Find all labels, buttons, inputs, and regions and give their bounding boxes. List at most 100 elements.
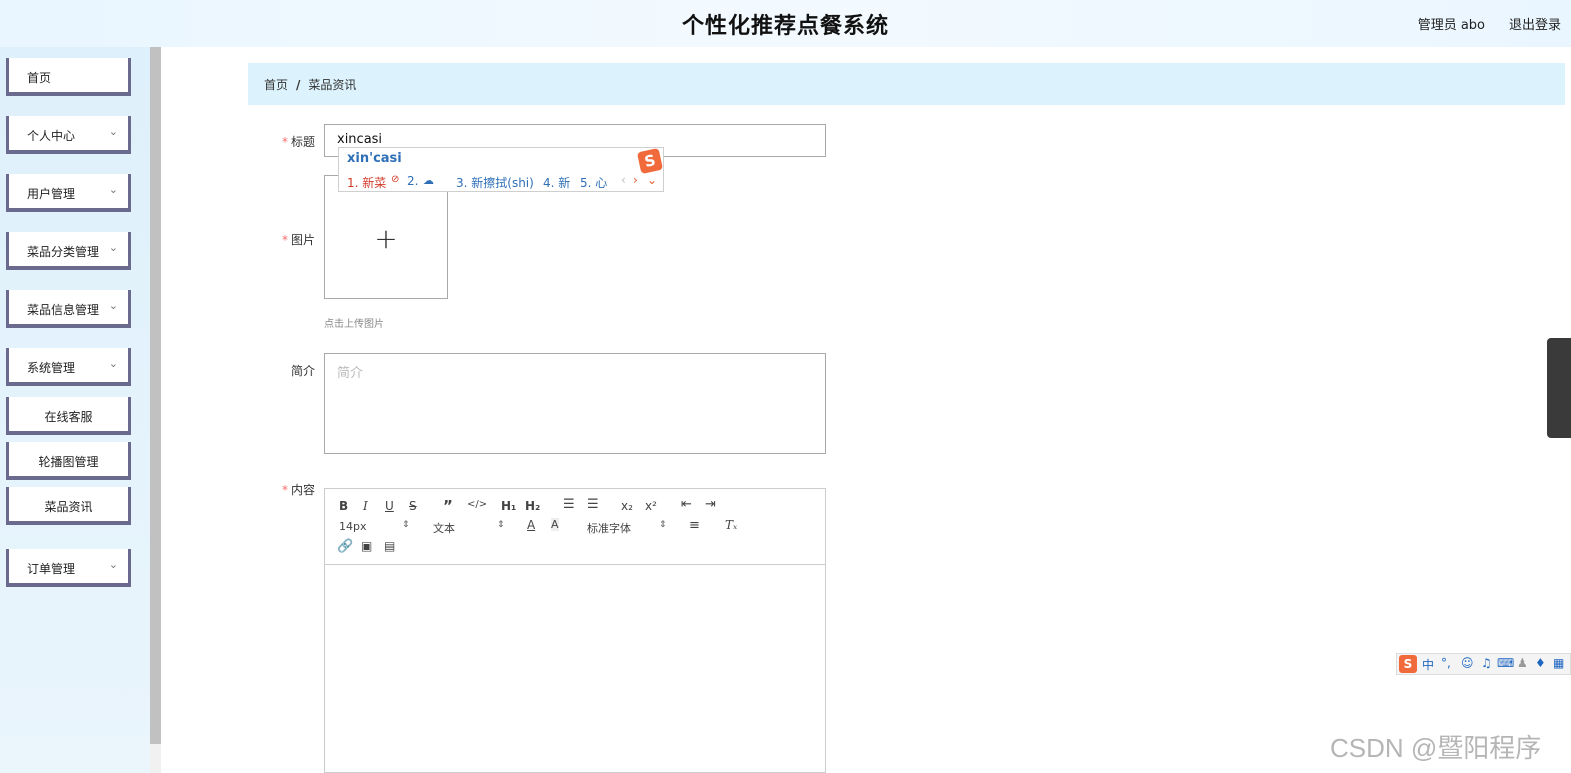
chevron-down-icon[interactable]: ⌄ bbox=[647, 173, 657, 187]
chevron-left-icon[interactable]: ‹ bbox=[621, 173, 626, 187]
sidebar-item-label: 菜品资讯 bbox=[44, 500, 93, 514]
h1-icon[interactable]: H₁ bbox=[501, 499, 516, 513]
chevron-down-icon: ⌄ bbox=[108, 299, 118, 312]
ime-candidate[interactable]: 2. bbox=[407, 174, 418, 188]
underline-icon[interactable]: U bbox=[385, 499, 394, 513]
align-icon[interactable]: ≡ bbox=[689, 518, 700, 533]
breadcrumb-separator: / bbox=[296, 78, 301, 92]
logout-link[interactable]: 退出登录 bbox=[1509, 14, 1561, 33]
h2-icon[interactable]: H₂ bbox=[525, 499, 540, 513]
user-icon[interactable]: ♟ bbox=[1517, 656, 1528, 670]
sidebar-item-online-service[interactable]: 在线客服 bbox=[6, 397, 131, 435]
watermark: CSDN @暨阳程序 bbox=[1330, 733, 1542, 763]
image-label: * 图片 bbox=[281, 233, 315, 247]
rich-text-editor: B I U S ” </> H₁ H₂ ☰ ☰ x₂ x² ⇤ ⇥ 14px ⇕… bbox=[324, 488, 826, 773]
sidebar-item-carousel-management[interactable]: 轮播图管理 bbox=[6, 442, 131, 480]
superscript-icon[interactable]: x² bbox=[645, 499, 657, 513]
chevron-down-icon: ⌄ bbox=[108, 125, 118, 138]
ime-candidate[interactable]: 4. 新 bbox=[543, 174, 570, 191]
chevron-right-icon[interactable]: › bbox=[633, 173, 638, 187]
admin-user-label: 管理员 abo bbox=[1417, 18, 1485, 33]
outdent-icon[interactable]: ⇤ bbox=[681, 497, 692, 512]
sidebar-item-label: 个人中心 bbox=[27, 129, 76, 143]
bold-icon[interactable]: B bbox=[339, 499, 348, 513]
sidebar-item-dish-news[interactable]: 菜品资讯 bbox=[6, 487, 131, 525]
ime-language-toggle[interactable]: 中 bbox=[1422, 656, 1434, 673]
sidebar-item-dish-info[interactable]: 菜品信息管理 ⌄ bbox=[6, 290, 131, 328]
emoji-icon[interactable]: ☺ bbox=[1461, 656, 1474, 670]
required-star: * bbox=[281, 233, 288, 247]
sidebar-item-label: 订单管理 bbox=[27, 562, 76, 576]
toolbox-icon[interactable]: ▦ bbox=[1553, 656, 1564, 670]
ime-candidate-popup: xin'casi S 1. 新菜 ⊘ 2. ☁ 3. 新擦拭(shi) 4. 新… bbox=[338, 147, 664, 192]
select-arrows-icon: ⇕ bbox=[659, 520, 667, 530]
sidebar-scrollbar-track[interactable] bbox=[150, 744, 161, 773]
breadcrumb-home[interactable]: 首页 bbox=[264, 78, 288, 92]
side-drawer-handle[interactable] bbox=[1547, 338, 1571, 438]
breadcrumb-current: 菜品资讯 bbox=[308, 78, 357, 92]
chevron-down-icon: ⌄ bbox=[108, 357, 118, 370]
keyboard-icon[interactable]: ⌨ bbox=[1497, 656, 1514, 670]
code-block-icon[interactable]: </> bbox=[467, 499, 487, 510]
image-upload-box[interactable]: + bbox=[324, 175, 448, 299]
plus-icon: + bbox=[374, 222, 398, 255]
subscript-icon[interactable]: x₂ bbox=[621, 499, 633, 513]
sidebar-item-label: 菜品分类管理 bbox=[27, 245, 100, 259]
title-label: * 标题 bbox=[281, 135, 315, 149]
blockquote-icon[interactable]: ” bbox=[443, 497, 453, 515]
sidebar-item-label: 用户管理 bbox=[27, 187, 76, 201]
microphone-icon[interactable]: ♫ bbox=[1481, 656, 1492, 670]
sidebar-item-personal-center[interactable]: 个人中心 ⌄ bbox=[6, 116, 131, 154]
top-header: 个性化推荐点餐系统 管理员 abo 退出登录 bbox=[0, 0, 1571, 47]
clear-format-icon[interactable]: Tₓ bbox=[725, 518, 737, 532]
indent-icon[interactable]: ⇥ bbox=[705, 497, 716, 512]
image-icon[interactable]: ▣ bbox=[361, 539, 372, 553]
app-title: 个性化推荐点餐系统 bbox=[681, 14, 889, 39]
sidebar-item-system-management[interactable]: 系统管理 ⌄ bbox=[6, 348, 131, 386]
ime-status-bar: S 中 °, ☺ ♫ ⌨ ♟ ♦ ▦ bbox=[1396, 653, 1571, 675]
content-label: * 内容 bbox=[281, 483, 315, 497]
font-family-select[interactable]: 标准字体 ⇕ bbox=[587, 520, 667, 536]
strikethrough-icon[interactable]: S bbox=[409, 499, 417, 513]
sidebar-item-home[interactable]: 首页 bbox=[6, 58, 131, 96]
italic-icon[interactable]: I bbox=[363, 499, 368, 513]
ime-candidate[interactable]: 5. 心 bbox=[580, 174, 607, 191]
upload-tip: 点击上传图片 bbox=[324, 319, 384, 330]
select-arrows-icon: ⇕ bbox=[497, 520, 505, 530]
font-size-select[interactable]: 14px ⇕ bbox=[339, 520, 411, 533]
check-circle-icon: ⊘ bbox=[391, 174, 400, 185]
ime-candidate[interactable]: 1. 新菜 bbox=[347, 174, 386, 191]
sidebar-item-label: 轮播图管理 bbox=[38, 455, 99, 469]
link-icon[interactable]: 🔗 bbox=[337, 539, 353, 554]
chevron-down-icon: ⌄ bbox=[108, 241, 118, 254]
chevron-down-icon: ⌄ bbox=[108, 558, 118, 571]
cloud-icon: ☁ bbox=[423, 174, 434, 187]
required-star: * bbox=[281, 135, 288, 149]
required-star: * bbox=[281, 483, 288, 497]
video-icon[interactable]: ▤ bbox=[384, 539, 395, 553]
sidebar-item-dish-category[interactable]: 菜品分类管理 ⌄ bbox=[6, 232, 131, 270]
sidebar-item-label: 菜品信息管理 bbox=[27, 303, 100, 317]
sidebar-item-label: 首页 bbox=[27, 71, 52, 85]
intro-textarea[interactable]: 简介 bbox=[324, 353, 826, 454]
skin-icon[interactable]: ♦ bbox=[1535, 656, 1546, 670]
sidebar-item-label: 在线客服 bbox=[44, 410, 93, 424]
ime-candidate[interactable]: 3. 新擦拭(shi) bbox=[456, 174, 534, 191]
font-color-icon[interactable]: A bbox=[527, 518, 535, 532]
breadcrumb: 首页 / 菜品资讯 bbox=[248, 63, 1565, 105]
bullet-list-icon[interactable]: ☰ bbox=[587, 497, 599, 512]
punctuation-icon[interactable]: °, bbox=[1441, 656, 1451, 670]
sogou-logo-icon: S bbox=[1399, 655, 1417, 673]
select-arrows-icon: ⇕ bbox=[402, 520, 410, 530]
sogou-logo-icon: S bbox=[636, 147, 664, 175]
background-color-icon[interactable]: A bbox=[551, 518, 559, 531]
sidebar-item-user-management[interactable]: 用户管理 ⌄ bbox=[6, 174, 131, 212]
sidebar-scrollbar-thumb[interactable] bbox=[150, 47, 161, 744]
editor-toolbar: B I U S ” </> H₁ H₂ ☰ ☰ x₂ x² ⇤ ⇥ 14px ⇕… bbox=[325, 489, 825, 565]
chevron-down-icon: ⌄ bbox=[108, 183, 118, 196]
sidebar-item-order-management[interactable]: 订单管理 ⌄ bbox=[6, 549, 131, 587]
editor-content-area[interactable] bbox=[325, 565, 825, 772]
sidebar-item-label: 系统管理 bbox=[27, 361, 76, 375]
ordered-list-icon[interactable]: ☰ bbox=[563, 497, 575, 512]
header-select[interactable]: 文本 ⇕ bbox=[433, 520, 505, 536]
